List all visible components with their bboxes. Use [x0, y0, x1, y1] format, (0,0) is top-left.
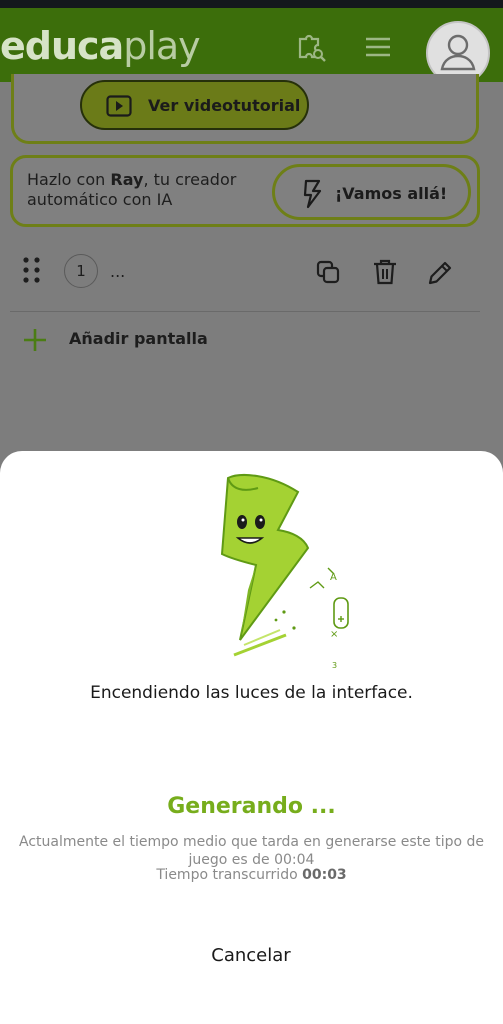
add-screen-button[interactable]: Añadir pantalla — [69, 329, 208, 348]
ray-start-label: ¡Vamos allá! — [335, 184, 448, 203]
ray-text-prefix: Hazlo con — [27, 170, 111, 189]
loading-message: Encendiendo las luces de la interface. — [90, 683, 413, 703]
ray-name: Ray — [110, 170, 144, 189]
svg-text:3: 3 — [332, 661, 337, 670]
elapsed-time-value: 00:03 — [302, 867, 347, 883]
screen-number-badge: 1 — [64, 254, 98, 288]
svg-text:×: × — [330, 629, 338, 640]
logo-part-educa: educa — [0, 24, 124, 68]
trash-icon[interactable] — [371, 258, 399, 286]
duplicate-icon[interactable] — [314, 258, 342, 286]
elapsed-time-label: Tiempo transcurrido — [156, 867, 303, 883]
screen-title[interactable]: ... — [110, 262, 125, 281]
video-tutorial-label: Ver videotutorial — [148, 96, 301, 115]
ray-start-button[interactable]: ¡Vamos allá! — [272, 164, 471, 220]
hamburger-menu-icon[interactable] — [361, 30, 395, 64]
average-time-info: Actualmente el tiempo medio que tarda en… — [19, 834, 484, 868]
editor-page: Ver videotutorial Hazlo con Ray, tu crea… — [0, 74, 503, 462]
svg-text:A: A — [330, 572, 337, 583]
logo-part-play: play — [123, 24, 200, 68]
status-bar — [0, 0, 503, 8]
ray-description: Hazlo con Ray, tu creador automático con… — [27, 170, 267, 210]
cancel-button[interactable]: Cancelar — [176, 938, 326, 974]
video-tutorial-button[interactable]: Ver videotutorial — [80, 80, 309, 130]
app-header: educaplay — [0, 8, 503, 85]
play-video-icon — [106, 95, 132, 117]
generating-title: Generando ... — [167, 794, 336, 819]
educaplay-logo[interactable]: educaplay — [0, 24, 201, 68]
lightning-bolt-icon — [303, 179, 322, 209]
edit-pencil-icon[interactable] — [425, 258, 455, 288]
add-plus-icon[interactable] — [22, 327, 48, 353]
puzzle-search-icon[interactable] — [294, 30, 328, 64]
ray-lightning-mascot-icon: A × 3 — [220, 473, 349, 670]
elapsed-time: Tiempo transcurrido 00:03 — [0, 867, 503, 883]
drag-handle-icon[interactable] — [22, 256, 42, 286]
divider — [10, 311, 480, 312]
